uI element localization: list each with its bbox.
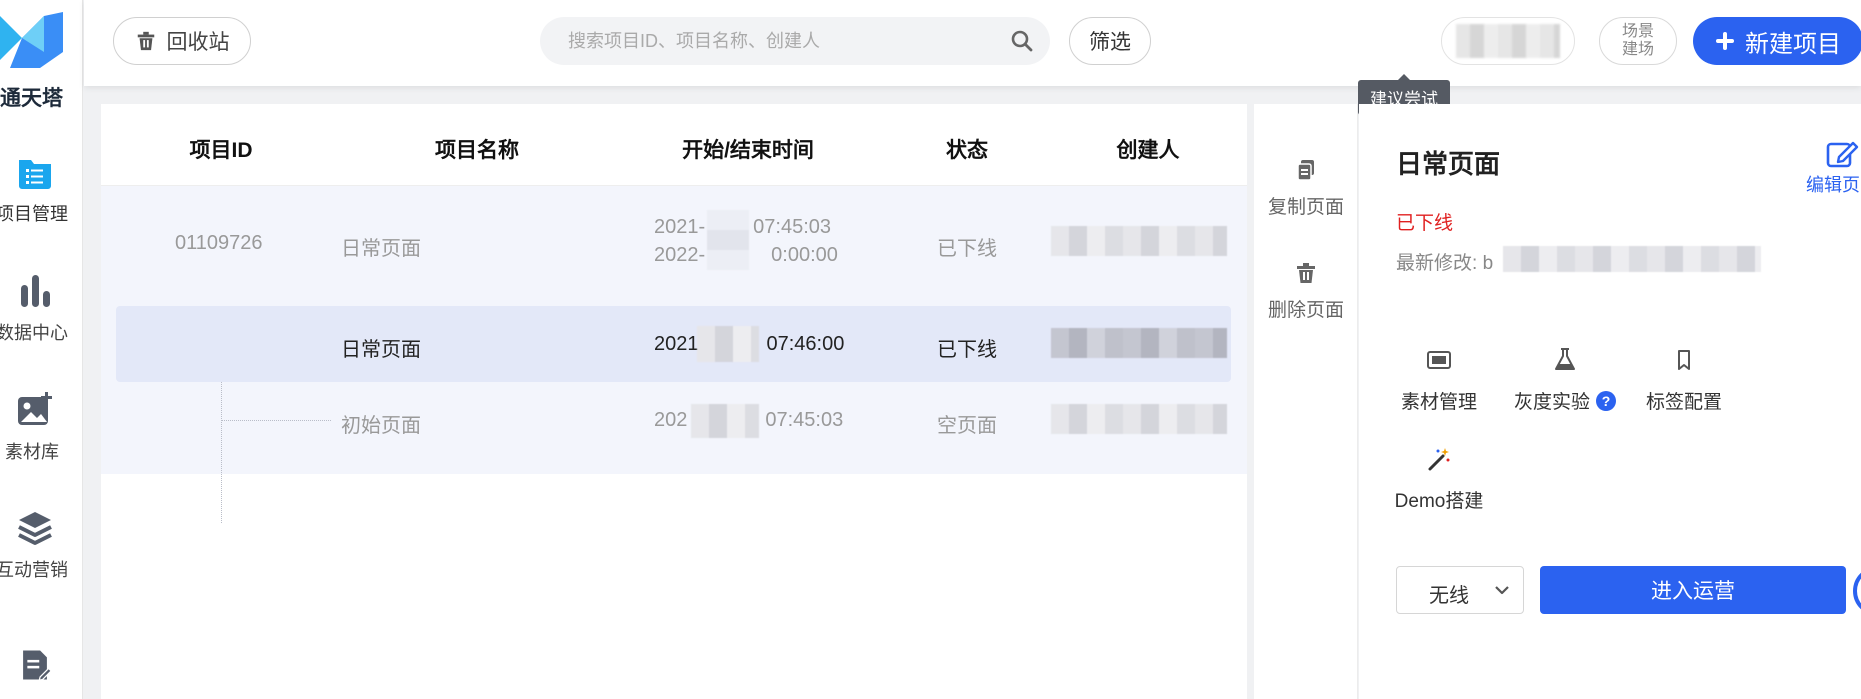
blurred-time	[707, 210, 749, 270]
enter-operation-button[interactable]: 进入运营	[1540, 566, 1846, 614]
sidebar: 通天塔 项目管理 数据中心 素材库 互动营销	[0, 0, 83, 699]
copy-icon	[1297, 160, 1314, 181]
copy-page-label: 复制页面	[1267, 197, 1344, 218]
start-time-prefix: 2021	[654, 333, 699, 355]
end-time-prefix: 2022-	[654, 244, 706, 266]
magic-wand-icon	[1428, 448, 1450, 471]
blurred-creator	[1051, 328, 1227, 358]
status-text: 已下线	[937, 339, 997, 361]
blurred-time	[697, 326, 759, 362]
column-header-id: 项目ID	[189, 139, 253, 162]
edit-icon	[1826, 141, 1859, 168]
material-management-button[interactable]: 素材管理	[1391, 347, 1487, 414]
recycle-bin-label: 回收站	[166, 31, 230, 54]
new-project-label: 新建项目	[1745, 30, 1841, 58]
delete-page-button[interactable]: 删除页面	[1254, 261, 1358, 322]
search-box	[540, 17, 1050, 65]
scene-label-line2: 建场	[1621, 41, 1654, 58]
bar-chart-icon	[21, 275, 50, 307]
copy-page-button[interactable]: 复制页面	[1254, 158, 1358, 219]
page-title: 日常页面	[1396, 149, 1501, 179]
row-action-column: 复制页面 删除页面	[1254, 104, 1358, 699]
column-header-creator: 创建人	[1116, 139, 1180, 162]
app-name: 通天塔	[0, 87, 63, 110]
sidebar-item-project-management[interactable]: 项目管理	[0, 152, 70, 226]
scene-label-line1: 场景	[1621, 23, 1654, 40]
sidebar-item-material-library[interactable]: 素材库	[0, 390, 70, 464]
edit-page-button[interactable]: 编辑页面	[1797, 139, 1861, 197]
chevron-down-icon	[1495, 586, 1509, 595]
material-management-label: 素材管理	[1400, 392, 1477, 413]
search-icon[interactable]	[1010, 29, 1034, 53]
start-time-prefix: 2021-	[654, 216, 706, 238]
sidebar-item-label: 项目管理	[0, 204, 68, 224]
sidebar-item-interactive-marketing[interactable]: 互动营销	[0, 508, 70, 582]
status-text: 空页面	[937, 415, 997, 437]
page-detail-panel: 日常页面 编辑页面 已下线 最新修改: b 素材管理	[1359, 104, 1861, 699]
recycle-bin-button[interactable]: 回收站	[113, 17, 251, 65]
blurred-modified-info	[1503, 246, 1761, 272]
app-logo	[0, 12, 63, 68]
tag-config-label: 标签配置	[1645, 392, 1722, 413]
new-project-button[interactable]: 新建项目	[1693, 17, 1861, 65]
project-name: 日常页面	[341, 339, 421, 361]
edit-page-label: 编辑页面	[1806, 175, 1861, 195]
gray-experiment-text: 灰度实验	[1513, 392, 1590, 413]
last-modified-prefix: b	[1482, 253, 1494, 274]
project-table: 项目ID 项目名称 开始/结束时间 状态 创建人 01109726 日常页面 2…	[101, 104, 1247, 699]
image-icon	[18, 392, 52, 425]
scene-build-button[interactable]: 场景 建场	[1599, 17, 1677, 65]
start-time-suffix: 07:45:03	[753, 216, 832, 238]
blurred-content	[1456, 24, 1560, 58]
column-header-name: 项目名称	[435, 139, 519, 162]
page-status: 已下线	[1396, 213, 1454, 234]
environment-select[interactable]: 无线	[1396, 566, 1524, 614]
bookmark-icon	[1678, 350, 1690, 370]
filter-button[interactable]: 筛选	[1069, 17, 1151, 65]
end-time-suffix: 0:00:00	[771, 244, 838, 266]
last-modified-label: 最新修改:	[1396, 253, 1478, 274]
start-time-prefix: 202	[654, 409, 688, 431]
scene-build-label: 场景 建场	[1622, 23, 1654, 59]
project-name: 初始页面	[341, 415, 421, 437]
sidebar-item-data-center[interactable]: 数据中心	[0, 271, 70, 345]
suggestion-pill[interactable]	[1441, 17, 1575, 65]
status-text: 已下线	[937, 238, 997, 260]
blurred-creator	[1051, 404, 1227, 434]
floating-action-button[interactable]	[1853, 566, 1861, 616]
sidebar-item-document[interactable]	[0, 648, 70, 682]
material-icon	[1427, 351, 1451, 369]
delete-page-label: 删除页面	[1267, 300, 1344, 321]
plus-icon	[1716, 32, 1734, 50]
start-time-suffix: 07:45:03	[765, 409, 844, 431]
trash-icon	[1297, 263, 1315, 283]
column-header-status: 状态	[946, 139, 988, 162]
table-header: 项目ID 项目名称 开始/结束时间 状态 创建人	[101, 104, 1247, 186]
sidebar-item-label: 素材库	[5, 442, 59, 462]
layers-icon	[18, 512, 52, 545]
document-edit-icon	[23, 650, 52, 682]
sidebar-item-label: 互动营销	[0, 560, 68, 580]
tag-config-button[interactable]: 标签配置	[1636, 347, 1732, 414]
start-time-suffix: 07:46:00	[766, 333, 845, 355]
demo-build-label: Demo搭建	[1394, 491, 1484, 512]
gray-experiment-button[interactable]: 灰度实验?	[1510, 347, 1620, 414]
project-icon	[19, 160, 51, 189]
flask-icon	[1555, 348, 1575, 370]
gray-experiment-label: 灰度实验?	[1510, 387, 1620, 414]
environment-value: 无线	[1429, 585, 1469, 607]
help-icon[interactable]: ?	[1596, 391, 1616, 411]
top-toolbar: 回收站 筛选 场景建场 新建项目	[84, 0, 1861, 86]
search-input[interactable]	[568, 17, 988, 65]
blurred-creator	[1051, 226, 1227, 256]
project-id: 01109726	[175, 232, 263, 254]
column-header-time: 开始/结束时间	[682, 139, 814, 162]
app-root: 通天塔 项目管理 数据中心 素材库 互动营销 回收站 搜索项目ID、项目名称、创…	[0, 0, 1861, 699]
trash-icon	[137, 31, 154, 51]
sidebar-item-label: 数据中心	[0, 323, 68, 343]
blurred-time	[691, 404, 759, 438]
last-modified: 最新修改: b	[1396, 248, 1493, 275]
demo-build-button[interactable]: Demo搭建	[1391, 446, 1487, 513]
project-name: 日常页面	[341, 238, 421, 260]
